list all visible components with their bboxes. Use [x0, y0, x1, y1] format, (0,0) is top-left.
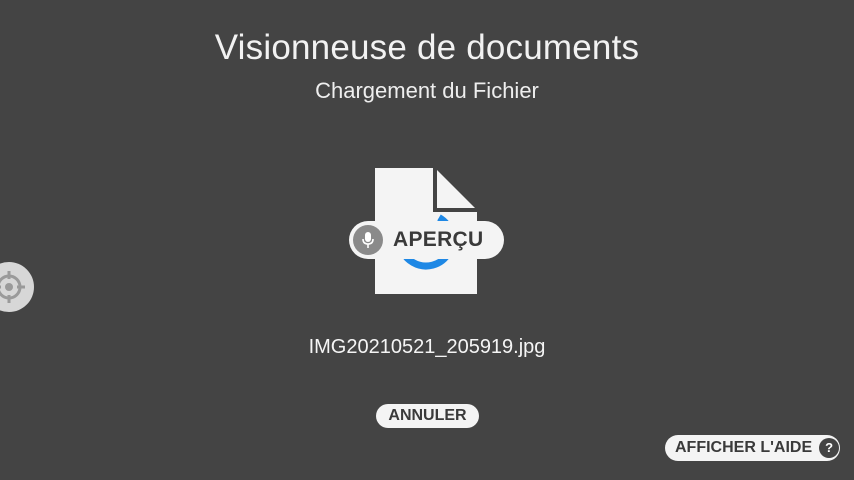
preview-button[interactable]: APERÇU — [349, 221, 504, 259]
crosshair-icon — [0, 271, 25, 303]
page-title: Visionneuse de documents — [214, 28, 640, 67]
preview-button-label: APERÇU — [393, 228, 484, 251]
show-help-button[interactable]: AFFICHER L'AIDE ? — [665, 435, 840, 461]
cancel-button[interactable]: ANNULER — [376, 404, 479, 428]
show-help-label: AFFICHER L'AIDE — [675, 439, 813, 456]
file-name: IMG20210521_205919.jpg — [308, 336, 546, 358]
microphone-icon — [353, 225, 383, 255]
page-subtitle: Chargement du Fichier — [315, 78, 539, 103]
question-icon: ? — [819, 438, 840, 458]
crosshair-button[interactable] — [0, 262, 34, 312]
loading-screen: Visionneuse de documents Chargement du F… — [0, 0, 854, 480]
